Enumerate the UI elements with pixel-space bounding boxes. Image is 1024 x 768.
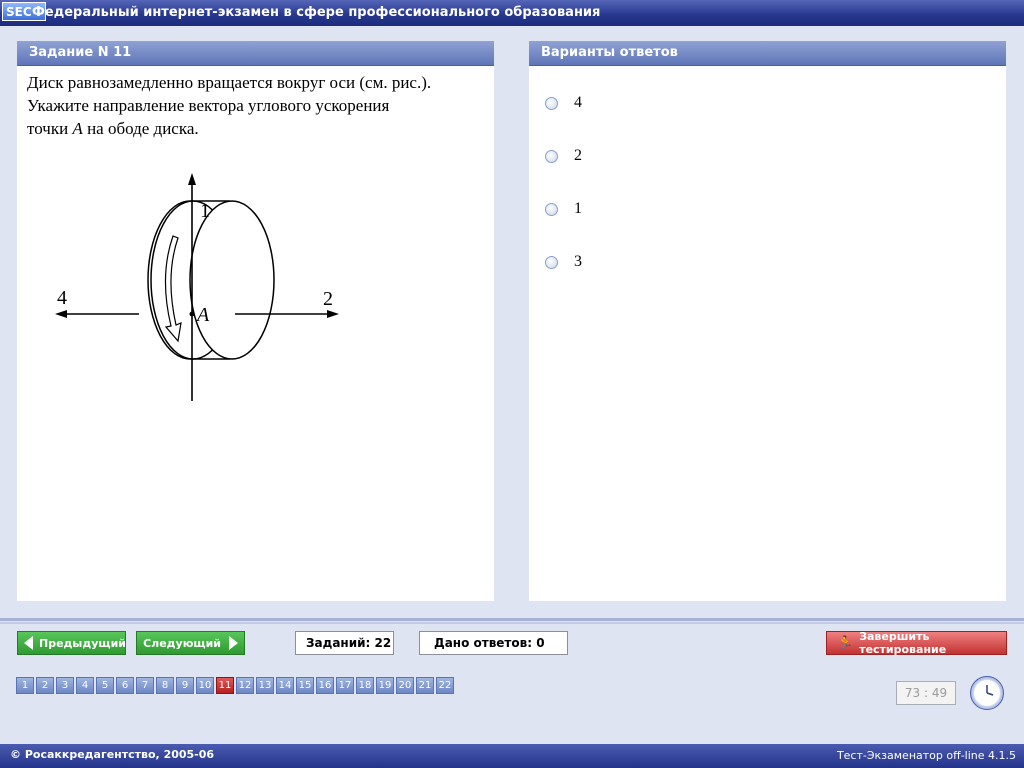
page-button[interactable]: 13 — [256, 677, 274, 694]
answer-option[interactable]: 1 — [545, 200, 582, 218]
figure-label-1: 1 — [200, 200, 210, 222]
page-button[interactable]: 4 — [76, 677, 94, 694]
answers-panel: Варианты ответов 4 2 1 3 — [529, 41, 1006, 601]
page-button[interactable]: 19 — [376, 677, 394, 694]
page-button[interactable]: 20 — [396, 677, 414, 694]
prev-button[interactable]: Предыдущий — [17, 631, 126, 655]
arrow-4-head — [55, 310, 67, 318]
answer-option[interactable]: 2 — [545, 147, 582, 165]
figure-label-2: 2 — [323, 288, 333, 310]
answers-given: Дано ответов: 0 — [419, 631, 568, 655]
disk-front-face — [189, 200, 275, 360]
clock-icon — [970, 676, 1004, 710]
copyright: © Росаккредагентство, 2005-06 — [10, 748, 215, 761]
task-panel: Задание N 11 Диск равнозамедленно вращае… — [17, 41, 494, 601]
clock-hands — [986, 685, 994, 696]
page-button[interactable]: 5 — [96, 677, 114, 694]
answer-label: 2 — [574, 147, 582, 164]
page-button[interactable]: 7 — [136, 677, 154, 694]
runner-icon: 🏃 — [837, 635, 854, 651]
app-title: Федеральный интернет-экзамен в сфере про… — [32, 5, 601, 20]
question-line-3-post: на ободе диска. — [82, 119, 199, 138]
page-button[interactable]: 12 — [236, 677, 254, 694]
page-button[interactable]: 11 — [216, 677, 234, 694]
next-button[interactable]: Следующий — [136, 631, 245, 655]
figure-label-a: A — [195, 304, 210, 326]
divider — [0, 618, 1024, 621]
rotation-arrow — [164, 235, 182, 343]
answer-label: 4 — [574, 94, 582, 111]
answer-option[interactable]: 3 — [545, 253, 582, 271]
page-button[interactable]: 3 — [56, 677, 74, 694]
question-text: Диск равнозамедленно вращается вокруг ос… — [17, 66, 494, 140]
arrow-1-head — [188, 173, 196, 185]
divider — [0, 622, 1024, 624]
title-bar: SEC Федеральный интернет-экзамен в сфере… — [0, 0, 1024, 26]
page-button[interactable]: 9 — [176, 677, 194, 694]
radio-button[interactable] — [545, 202, 558, 216]
next-button-label: Следующий — [143, 636, 221, 650]
page-button[interactable]: 22 — [436, 677, 454, 694]
page-button[interactable]: 6 — [116, 677, 134, 694]
page-button[interactable]: 1 — [16, 677, 34, 694]
page-button[interactable]: 15 — [296, 677, 314, 694]
answer-label: 1 — [574, 200, 582, 217]
disk-figure: 1 2 3 4 A — [55, 173, 339, 401]
finish-button-label: Завершить тестирование — [859, 630, 947, 656]
figure-label-4: 4 — [57, 287, 67, 309]
tasks-count: Заданий: 22 — [295, 631, 394, 655]
page-button[interactable]: 21 — [416, 677, 434, 694]
page-button[interactable]: 14 — [276, 677, 294, 694]
page-navigation: 1 2 3 4 5 6 7 8 9 10 11 12 13 14 15 16 17 18 19 20 21 22 — [16, 677, 456, 694]
answers-header: Варианты ответов — [529, 41, 1006, 66]
timer: 73 : 49 — [896, 681, 956, 705]
question-line-3: точки A на ободе диска. — [27, 117, 484, 140]
radio-button[interactable] — [545, 149, 558, 163]
page-button[interactable]: 17 — [336, 677, 354, 694]
question-line-3-pre: точки — [27, 119, 73, 138]
version: Тест-Экзаменатор off-line 4.1.5 — [836, 749, 1016, 762]
finish-button[interactable]: 🏃 Завершить тестирование — [826, 630, 1007, 656]
point-a — [189, 311, 195, 317]
radio-button[interactable] — [545, 255, 558, 269]
page-button[interactable]: 18 — [356, 677, 374, 694]
page-button[interactable]: 2 — [36, 677, 54, 694]
answer-option[interactable]: 4 — [545, 94, 582, 112]
arrow-left-icon — [24, 636, 33, 650]
answer-label: 3 — [574, 253, 582, 270]
prev-button-label: Предыдущий — [39, 636, 127, 650]
question-line-1: Диск равнозамедленно вращается вокруг ос… — [27, 73, 432, 92]
task-header: Задание N 11 — [17, 41, 494, 66]
radio-button[interactable] — [545, 96, 558, 110]
page-button[interactable]: 8 — [156, 677, 174, 694]
question-point: A — [72, 119, 83, 138]
footer: © Росаккредагентство, 2005-06 Тест-Экзам… — [0, 744, 1024, 768]
page-button[interactable]: 16 — [316, 677, 334, 694]
page-button[interactable]: 10 — [196, 677, 214, 694]
arrow-2-head — [327, 310, 339, 318]
arrow-right-icon — [229, 636, 238, 650]
question-line-2: Укажите направление вектора углового уск… — [27, 96, 390, 115]
